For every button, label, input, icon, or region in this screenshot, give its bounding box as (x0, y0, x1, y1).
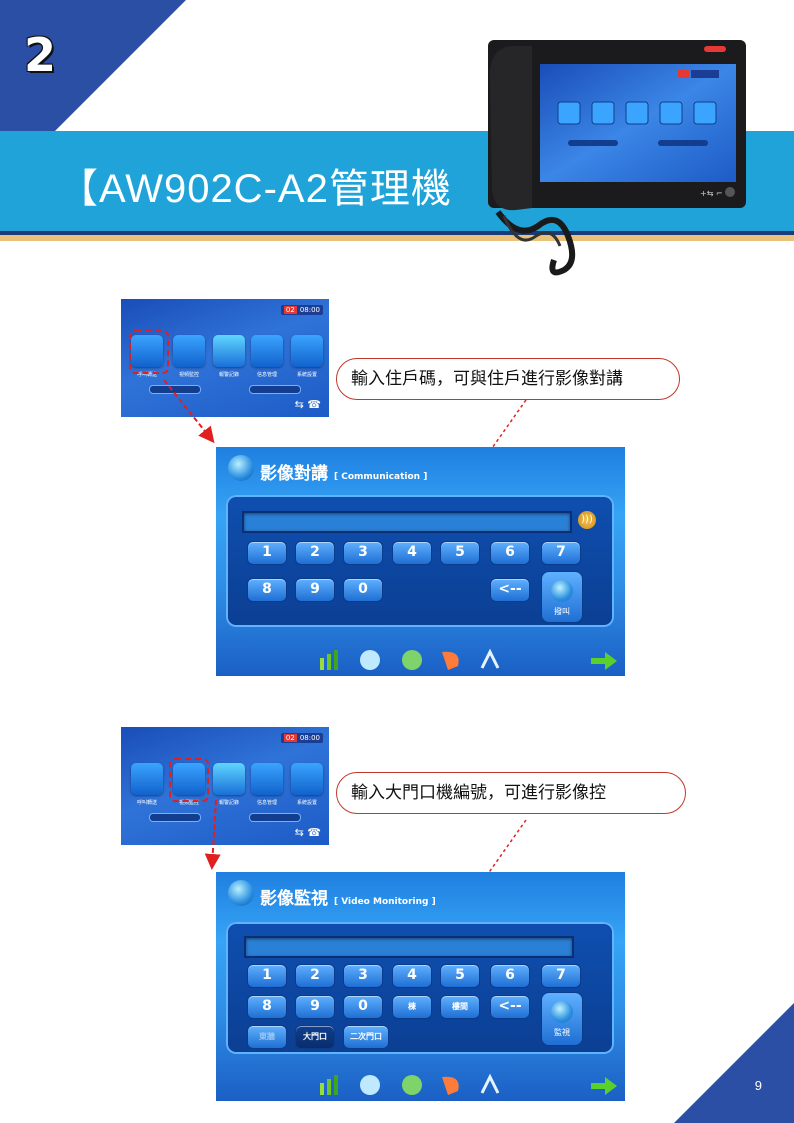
floor-key[interactable]: 樓間 (440, 995, 480, 1019)
key-2[interactable]: 2 (295, 541, 335, 565)
settings-icon[interactable] (291, 763, 323, 795)
key-8[interactable]: 8 (247, 995, 287, 1019)
icon-label: 系統設置 (296, 372, 317, 378)
backspace-key[interactable]: <-- (490, 995, 530, 1019)
monitor-button[interactable]: 監視 (541, 992, 583, 1046)
east-wall-key[interactable]: 東牆 (247, 1025, 287, 1049)
settings-icon[interactable] (291, 335, 323, 367)
key-7[interactable]: 7 (541, 964, 581, 988)
dial-button[interactable]: 撥叫 (541, 571, 583, 623)
clock-display: 02 08:00 (280, 733, 323, 743)
key-4[interactable]: 4 (392, 541, 432, 565)
intercom-screen: 影像對講[ Communication ] ))) 1 2 3 4 5 6 7 … (216, 447, 625, 676)
icon-label: 視頻監控 (178, 372, 199, 378)
monitor-icon (228, 880, 254, 906)
device-photo: +⇆ ⌐ (488, 40, 746, 276)
key-0[interactable]: 0 (343, 578, 383, 602)
monitoring-screen: 影像監視[ Video Monitoring ] 1 2 3 4 5 6 7 8… (216, 872, 625, 1101)
screen-title: 影像對講[ Communication ] (260, 464, 428, 484)
intercom-icon[interactable] (131, 763, 163, 795)
building-key[interactable]: 棟 (392, 995, 432, 1019)
key-6[interactable]: 6 (490, 964, 530, 988)
key-1[interactable]: 1 (247, 964, 287, 988)
resident-code-input[interactable] (242, 511, 572, 533)
icon-label: 信息管理 (256, 372, 277, 378)
main-gate-key[interactable]: 大門口 (295, 1025, 335, 1049)
key-0[interactable]: 0 (343, 995, 383, 1019)
corner-decoration-bottom-right (674, 1003, 794, 1123)
step-number: 2 (24, 28, 57, 82)
key-9[interactable]: 9 (295, 578, 335, 602)
key-2[interactable]: 2 (295, 964, 335, 988)
key-1[interactable]: 1 (247, 541, 287, 565)
selection-highlight (129, 330, 169, 374)
bottom-dock (320, 1073, 500, 1095)
key-7[interactable]: 7 (541, 541, 581, 565)
next-arrow-icon[interactable] (591, 652, 617, 670)
key-8[interactable]: 8 (247, 578, 287, 602)
alarm-log-icon[interactable] (213, 763, 245, 795)
key-4[interactable]: 4 (392, 964, 432, 988)
bottom-dock (320, 648, 500, 670)
alarm-log-icon[interactable] (213, 335, 245, 367)
door-station-input[interactable] (244, 936, 574, 958)
key-6[interactable]: 6 (490, 541, 530, 565)
backspace-key[interactable]: <-- (490, 578, 530, 602)
second-gate-key[interactable]: 二次門口 (343, 1025, 389, 1049)
key-5[interactable]: 5 (440, 964, 480, 988)
camera-person-icon (551, 1001, 573, 1023)
person-icon (551, 580, 573, 602)
svg-text:+⇆ ⌐: +⇆ ⌐ (700, 189, 723, 198)
message-icon[interactable] (251, 335, 283, 367)
icon-label: 報警記錄 (218, 372, 239, 378)
key-5[interactable]: 5 (440, 541, 480, 565)
screen-title: 影像監視[ Video Monitoring ] (260, 889, 436, 909)
page-title: 【AW902C-A2管理機 (58, 167, 452, 211)
message-icon[interactable] (251, 763, 283, 795)
next-arrow-icon[interactable] (591, 1077, 617, 1095)
selection-highlight (169, 758, 209, 802)
key-3[interactable]: 3 (343, 964, 383, 988)
signal-icon: ))) (578, 511, 596, 529)
key-3[interactable]: 3 (343, 541, 383, 565)
key-9[interactable]: 9 (295, 995, 335, 1019)
clock-display: 02 08:00 (280, 305, 323, 315)
page-number: 9 (754, 1078, 762, 1093)
intercom-icon (228, 455, 254, 481)
monitor-icon[interactable] (173, 335, 205, 367)
